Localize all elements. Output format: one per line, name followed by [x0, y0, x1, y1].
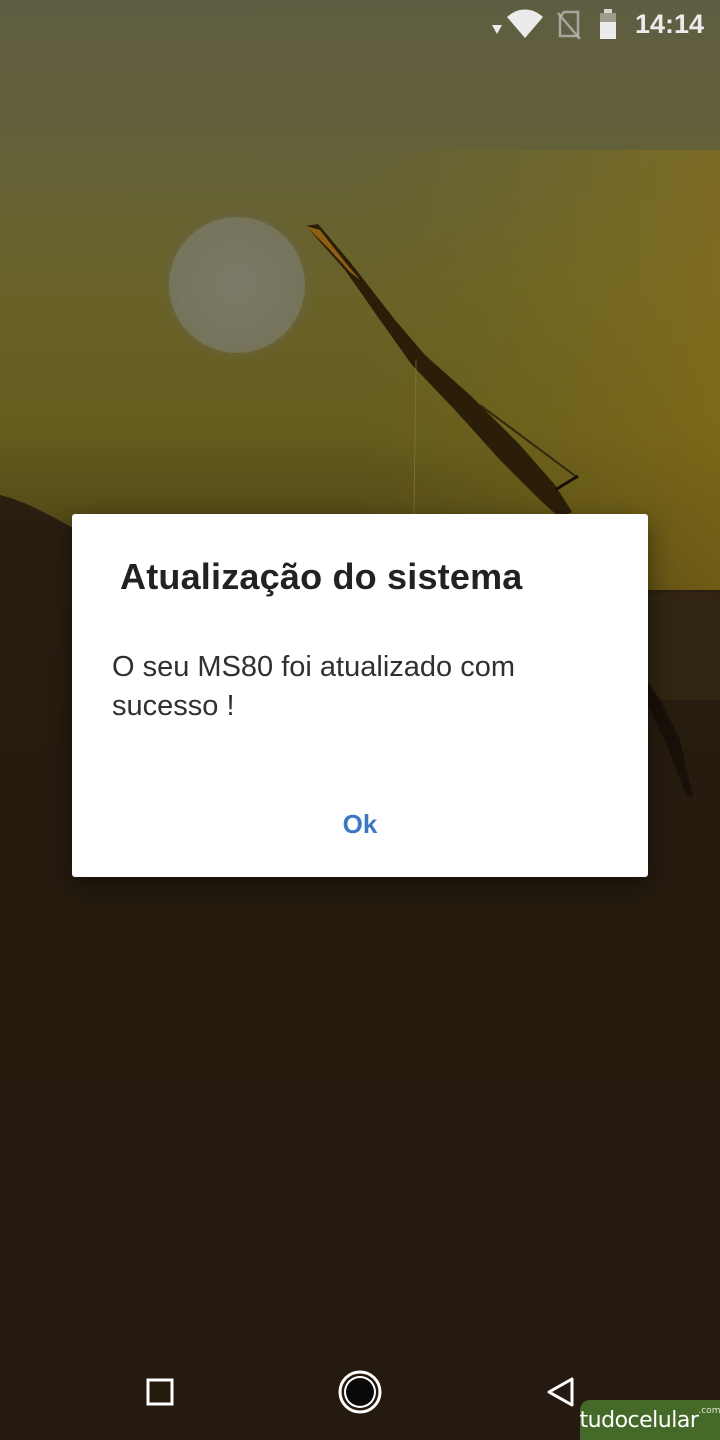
home-screen: 14:14 Atualização do sistema O seu MS80 …: [0, 0, 720, 1440]
back-triangle-icon[interactable]: [544, 1376, 576, 1408]
ok-button[interactable]: Ok: [310, 796, 410, 852]
watermark-suffix: .com: [698, 1406, 720, 1416]
recents-square-icon[interactable]: [146, 1378, 174, 1406]
dialog-message: O seu MS80 foi atualizado com sucesso !: [112, 651, 515, 722]
watermark-text: tudocelular: [579, 1407, 699, 1433]
home-circle-icon[interactable]: [337, 1369, 383, 1415]
dialog-title: Atualização do sistema: [120, 556, 523, 597]
update-dialog: Atualização do sistema O seu MS80 foi at…: [72, 514, 648, 877]
watermark-logo: tudocelular .com: [580, 1400, 720, 1440]
